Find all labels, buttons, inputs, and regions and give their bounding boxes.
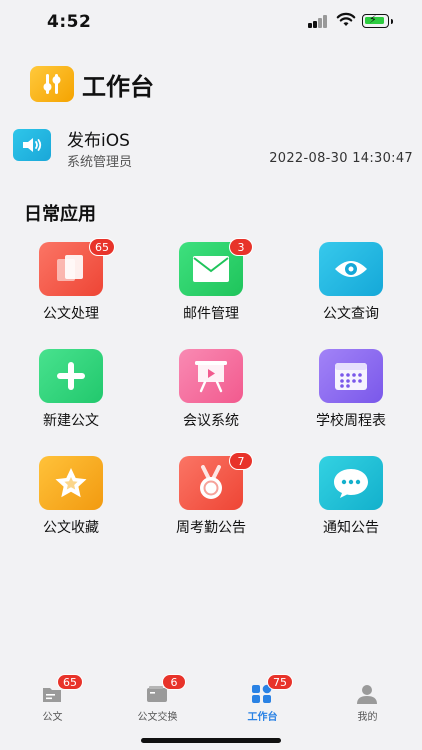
app-new-document[interactable]: 新建公文: [11, 343, 131, 433]
tab-label: 公文交换: [137, 712, 178, 723]
battery-icon: ⚡: [362, 13, 393, 28]
tab-label: 公文: [42, 712, 63, 723]
notice-datetime: 2022-08-30 14:30:47: [269, 151, 413, 166]
badge: 3: [229, 238, 253, 256]
plus-icon: [39, 349, 103, 403]
app-label: 周考勤公告: [176, 520, 246, 536]
badge: 7: [229, 452, 253, 470]
app-label: 公文处理: [43, 306, 99, 322]
app-label: 会议系统: [183, 413, 239, 429]
tab-workbench[interactable]: 75 工作台: [210, 674, 315, 726]
signal-icon: [308, 15, 328, 28]
envelope-icon: 3: [179, 238, 253, 296]
tab-document-exchange[interactable]: 6 公文交换: [105, 674, 210, 726]
tab-documents[interactable]: 65 公文: [0, 674, 105, 726]
tab-profile[interactable]: 我的: [315, 678, 420, 726]
page-title: 工作台: [82, 73, 154, 101]
notice-sender: 系统管理员: [67, 155, 133, 170]
notice-item[interactable]: 发布iOS 系统管理员 2022-08-30 14:30:47: [13, 124, 413, 172]
notice-title: 发布iOS: [67, 131, 130, 151]
app-document-search[interactable]: 公文查询: [291, 236, 411, 326]
app-meeting-system[interactable]: 会议系统: [151, 343, 271, 433]
documents-icon: 65: [39, 238, 115, 296]
medal-icon: 7: [179, 452, 253, 510]
app-mail-management[interactable]: 3 邮件管理: [151, 236, 271, 326]
eye-icon: [319, 242, 383, 296]
sliders-icon: [30, 66, 74, 102]
speaker-icon: [13, 129, 51, 161]
app-label: 公文收藏: [43, 520, 99, 536]
badge: 75: [267, 674, 293, 690]
badge: 65: [57, 674, 83, 690]
app-weekly-attendance[interactable]: 7 周考勤公告: [151, 450, 271, 540]
tab-label: 我的: [357, 712, 378, 723]
status-time: 4:52: [47, 12, 92, 32]
app-notice-board[interactable]: 通知公告: [291, 450, 411, 540]
section-title: 日常应用: [24, 204, 96, 225]
app-label: 学校周程表: [316, 413, 386, 429]
star-icon: [39, 456, 103, 510]
app-school-schedule[interactable]: 学校周程表: [291, 343, 411, 433]
chat-bubble-icon: [319, 456, 383, 510]
person-icon: [357, 685, 377, 704]
status-bar: 4:52 ⚡: [0, 0, 422, 44]
calendar-icon: [319, 349, 383, 403]
badge: 6: [162, 674, 186, 690]
app-label: 邮件管理: [183, 306, 239, 322]
badge: 65: [89, 238, 115, 256]
app-document-processing[interactable]: 65 公文处理: [11, 236, 131, 326]
app-document-favorites[interactable]: 公文收藏: [11, 450, 131, 540]
wifi-icon: [336, 12, 356, 26]
app-label: 新建公文: [43, 413, 99, 429]
home-indicator[interactable]: [141, 738, 281, 743]
presentation-icon: [179, 349, 243, 403]
tab-label: 工作台: [247, 712, 278, 723]
app-label: 通知公告: [323, 520, 379, 536]
app-label: 公文查询: [323, 306, 379, 322]
